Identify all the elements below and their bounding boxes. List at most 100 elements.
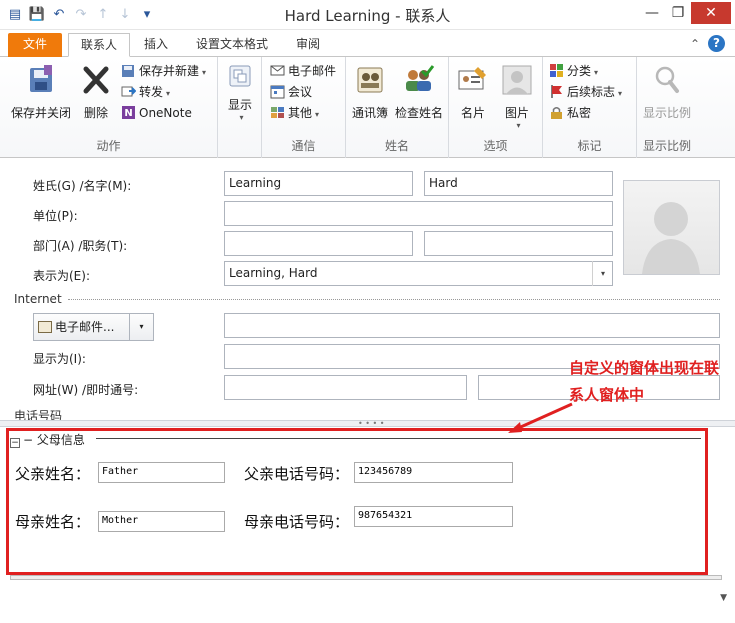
mother-name-input[interactable]: Mother xyxy=(98,511,225,532)
tab-insert[interactable]: 插入 xyxy=(132,33,180,57)
annotation-arrow-icon xyxy=(508,402,573,433)
group-names: 通讯簿 检查姓名 姓名 xyxy=(346,57,449,158)
annotation-line1: 自定义的窗体出现在联 xyxy=(569,359,720,377)
collapse-toggle-icon[interactable]: − xyxy=(10,438,20,448)
group-options: 名片 图片 ▾ 选项 xyxy=(449,57,543,158)
help-icon[interactable]: ? xyxy=(708,35,725,52)
group-tags-label: 标记 xyxy=(577,139,602,153)
email-input[interactable] xyxy=(224,313,720,338)
tab-format-text[interactable]: 设置文本格式 xyxy=(184,33,280,57)
group-options-label: 选项 xyxy=(483,139,508,153)
show-button[interactable]: 显示 ▾ xyxy=(222,63,258,122)
parents-group-header[interactable]: − − 父母信息 xyxy=(10,431,85,448)
save-new-icon xyxy=(122,65,134,77)
save-close-button[interactable]: 保存并关闭 xyxy=(8,63,74,121)
window-title: Hard Learning - 联系人 xyxy=(284,7,451,25)
onenote-button[interactable]: N OneNote xyxy=(121,103,192,123)
magnifier-icon xyxy=(655,66,679,93)
email-button[interactable]: 电子邮件 xyxy=(270,61,336,81)
group-zoom-label: 显示比例 xyxy=(642,139,691,153)
check-names-label: 检查姓名 xyxy=(394,106,443,120)
parents-group-title: 父母信息 xyxy=(36,433,85,447)
name-label: 姓氏(G) /名字(M): xyxy=(33,179,132,193)
group-actions-label: 动作 xyxy=(96,139,121,153)
company-input[interactable] xyxy=(224,201,613,226)
onenote-icon: N xyxy=(122,106,135,119)
custom-form-region: − − 父母信息 父亲姓名： Father 父亲电话号码： 123456789 母… xyxy=(0,427,735,623)
private-button[interactable]: 私密 xyxy=(549,103,591,123)
internet-divider xyxy=(68,299,720,300)
group-communicate: 电子邮件 会议 其他 ▾ 通信 xyxy=(262,57,346,158)
father-phone-input[interactable]: 123456789 xyxy=(354,462,513,483)
follow-up-flag-icon xyxy=(551,85,562,98)
father-name-input[interactable]: Father xyxy=(98,462,225,483)
mother-phone-input[interactable]: 987654321 xyxy=(354,506,513,527)
mother-phone-label: 母亲电话号码： xyxy=(244,513,350,531)
svg-text:N: N xyxy=(124,108,132,119)
business-card-label: 名片 xyxy=(460,106,485,120)
phone-section-label: 电话号码 xyxy=(14,409,63,420)
delete-button[interactable]: 删除 xyxy=(78,63,114,121)
save-close-label: 保存并关闭 xyxy=(10,106,71,120)
picture-dropdown-icon: ▾ xyxy=(516,121,521,130)
email-dropdown-button[interactable]: 电子邮件... xyxy=(33,313,130,341)
business-card-icon xyxy=(458,67,486,90)
check-names-button[interactable]: 检查姓名 xyxy=(392,63,446,121)
categorize-icon xyxy=(550,64,563,77)
tab-file[interactable]: 文件 xyxy=(8,33,62,57)
title-bar: ▤ 💾 ↶ ↷ ↑ ↓ ▾ Hard Learning - 联系人 — ❐ ✕ xyxy=(0,0,735,30)
file-as-dropdown-icon[interactable]: ▾ xyxy=(592,261,613,286)
business-card-button[interactable]: 名片 xyxy=(455,63,491,121)
annotation-line2: 系人窗体中 xyxy=(569,386,645,404)
email-type-dropdown[interactable]: ▾ xyxy=(130,313,154,341)
zoom-button[interactable]: 显示比例 xyxy=(639,63,695,121)
address-book-label: 通讯簿 xyxy=(351,106,388,120)
picture-button[interactable]: 图片 ▾ xyxy=(497,63,537,130)
window-controls: — ❐ ✕ xyxy=(639,2,731,24)
address-book-icon xyxy=(357,67,383,93)
first-name-input[interactable]: Hard xyxy=(424,171,613,196)
minimize-button[interactable]: — xyxy=(639,2,665,24)
department-input[interactable] xyxy=(224,231,413,256)
check-names-icon xyxy=(406,65,435,91)
last-name-input[interactable]: Learning xyxy=(224,171,413,196)
tab-contact[interactable]: 联系人 xyxy=(68,33,131,57)
contact-form: 姓氏(G) /名字(M): Learning Hard 单位(P): 部门(A)… xyxy=(0,158,735,420)
delete-icon xyxy=(83,66,109,94)
collapse-ribbon-icon[interactable]: ⌃ xyxy=(690,37,700,51)
father-name-label: 父亲姓名： xyxy=(15,465,91,483)
display-as-label: 显示为(I): xyxy=(33,352,86,366)
region-splitter[interactable]: • • • • xyxy=(0,420,735,428)
show-label: 显示 xyxy=(227,98,252,112)
address-book-button[interactable]: 通讯簿 xyxy=(350,63,390,121)
address-book-small-icon xyxy=(38,321,52,333)
delete-label: 删除 xyxy=(83,106,108,120)
web-input[interactable] xyxy=(224,375,467,400)
ribbon-help: ⌃ ? xyxy=(690,35,725,52)
group-divider xyxy=(96,438,701,439)
group-show: 显示 ▾ xyxy=(218,57,262,158)
save-new-button[interactable]: 保存并新建 ▾ xyxy=(121,61,206,81)
scroll-down-icon[interactable]: ▼ xyxy=(720,593,727,603)
picture-icon xyxy=(502,65,532,95)
more-button[interactable]: 其他 ▾ xyxy=(270,103,319,123)
contact-photo[interactable] xyxy=(623,180,720,275)
forward-button[interactable]: 转发 ▾ xyxy=(121,82,170,102)
close-button[interactable]: ✕ xyxy=(691,2,731,24)
meeting-button[interactable]: 会议 xyxy=(270,82,312,102)
group-communicate-label: 通信 xyxy=(291,139,316,153)
job-title-input[interactable] xyxy=(424,231,613,256)
zoom-label: 显示比例 xyxy=(642,106,691,120)
group-tags: 分类 ▾ 后续标志 ▾ 私密 标记 xyxy=(543,57,637,158)
tab-review[interactable]: 审阅 xyxy=(284,33,332,57)
department-label: 部门(A) /职务(T): xyxy=(33,239,128,253)
file-as-combobox[interactable]: Learning, Hard xyxy=(224,261,613,286)
email-icon xyxy=(270,65,285,76)
father-phone-label: 父亲电话号码： xyxy=(244,465,350,483)
categorize-button[interactable]: 分类 ▾ xyxy=(549,61,598,81)
group-actions: 保存并关闭 删除 保存并新建 ▾ 转发 ▾ N OneNote 动作 xyxy=(0,57,218,158)
horizontal-scrollbar[interactable] xyxy=(10,575,722,580)
follow-up-button[interactable]: 后续标志 ▾ xyxy=(549,82,622,102)
maximize-button[interactable]: ❐ xyxy=(665,2,691,24)
show-dropdown-icon: ▾ xyxy=(239,113,244,122)
